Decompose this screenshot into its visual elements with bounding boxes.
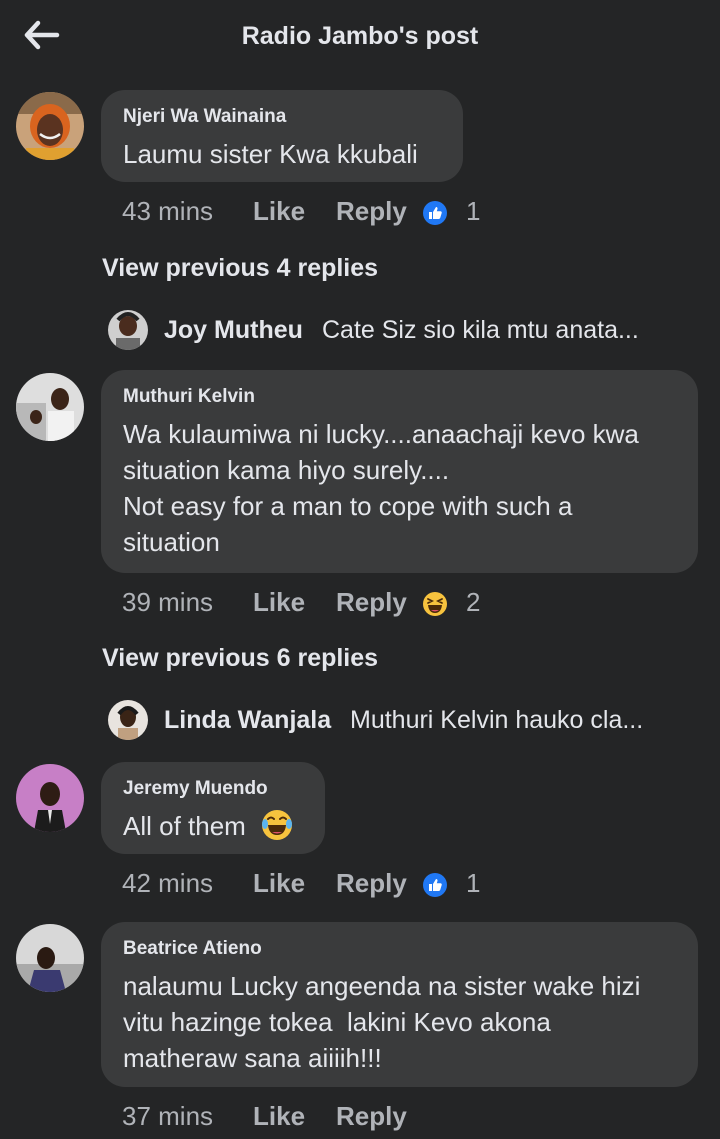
like-button[interactable]: Like [253,868,305,899]
comment-author[interactable]: Beatrice Atieno [123,938,262,960]
reply-preview[interactable]: Joy Mutheu Cate Siz sio kila mtu anata..… [108,310,708,354]
comment-bubble[interactable]: Njeri Wa Wainaina Laumu sister Kwa kkuba… [101,90,463,182]
comment-line: vitu hazinge tokea lakini Kevo akona [123,1007,551,1037]
comment-line: nalaumu Lucky angeenda na sister wake hi… [123,971,641,1001]
avatar[interactable] [16,764,84,832]
page-title: Radio Jambo's post [241,22,479,50]
reply-author: Joy Mutheu [164,316,303,344]
avatar[interactable] [16,373,84,441]
like-button[interactable]: Like [253,196,305,227]
comment-line: Not easy for a man to cope with such a [123,491,573,521]
reply-button[interactable]: Reply [336,1101,407,1132]
comment-bubble[interactable]: Jeremy Muendo All of them [101,762,325,854]
comment-line: situation [123,527,220,557]
comment-author[interactable]: Jeremy Muendo [123,778,268,800]
view-previous-replies[interactable]: View previous 6 replies [102,644,378,673]
comment-line: Wa kulaumiwa ni lucky....anaachaji kevo … [123,419,639,449]
avatar [108,310,148,350]
comment-text: nalaumu Lucky angeenda na sister wake hi… [123,968,640,1076]
comment-author[interactable]: Njeri Wa Wainaina [123,106,286,128]
comment-text: Wa kulaumiwa ni lucky....anaachaji kevo … [123,416,639,560]
comment-time[interactable]: 42 mins [122,868,213,899]
comment-actions: 39 mins Like Reply 2 [122,587,682,621]
like-button[interactable]: Like [253,587,305,618]
reply-button[interactable]: Reply [336,587,407,618]
reply-preview[interactable]: Linda Wanjala Muthuri Kelvin hauko cla..… [108,700,708,744]
comment-actions: 37 mins Like Reply [122,1101,682,1135]
comment-text: Laumu sister Kwa kkubali [123,136,418,172]
reply-text: Cate Siz sio kila mtu anata... [322,316,639,344]
avatar[interactable] [16,92,84,160]
reply-button[interactable]: Reply [336,196,407,227]
top-bar: Radio Jambo's post [0,0,720,76]
comment-text: All of them [123,808,293,844]
comment-line: situation kama hiyo surely.... [123,455,450,485]
reaction-count: 1 [466,868,481,898]
reaction-count: 1 [466,196,481,226]
reply-author: Linda Wanjala [164,706,332,734]
comment-bubble[interactable]: Beatrice Atieno nalaumu Lucky angeenda n… [101,922,698,1087]
comment-line: All of them [123,811,246,841]
avatar[interactable] [16,924,84,992]
thumbs-up-icon[interactable] [422,200,448,226]
comment-time[interactable]: 39 mins [122,587,213,618]
tears-of-joy-emoji-icon [262,810,293,840]
like-button[interactable]: Like [253,1101,305,1132]
reply-text: Muthuri Kelvin hauko cla... [350,706,644,734]
reply-button[interactable]: Reply [336,868,407,899]
avatar [108,700,148,740]
view-previous-replies[interactable]: View previous 4 replies [102,254,378,283]
comment-time[interactable]: 43 mins [122,196,213,227]
reaction-count: 2 [466,587,481,617]
thumbs-up-icon[interactable] [422,872,448,898]
comment-time[interactable]: 37 mins [122,1101,213,1132]
comment-line: matheraw sana aiiiih!!! [123,1043,382,1073]
comment-author[interactable]: Muthuri Kelvin [123,386,255,408]
comment-line: Laumu sister Kwa kkubali [123,139,418,169]
laughing-emoji-icon[interactable] [422,591,448,617]
comment-actions: 42 mins Like Reply 1 [122,868,682,902]
comment-bubble[interactable]: Muthuri Kelvin Wa kulaumiwa ni lucky....… [101,370,698,573]
comment-actions: 43 mins Like Reply 1 [122,196,682,230]
